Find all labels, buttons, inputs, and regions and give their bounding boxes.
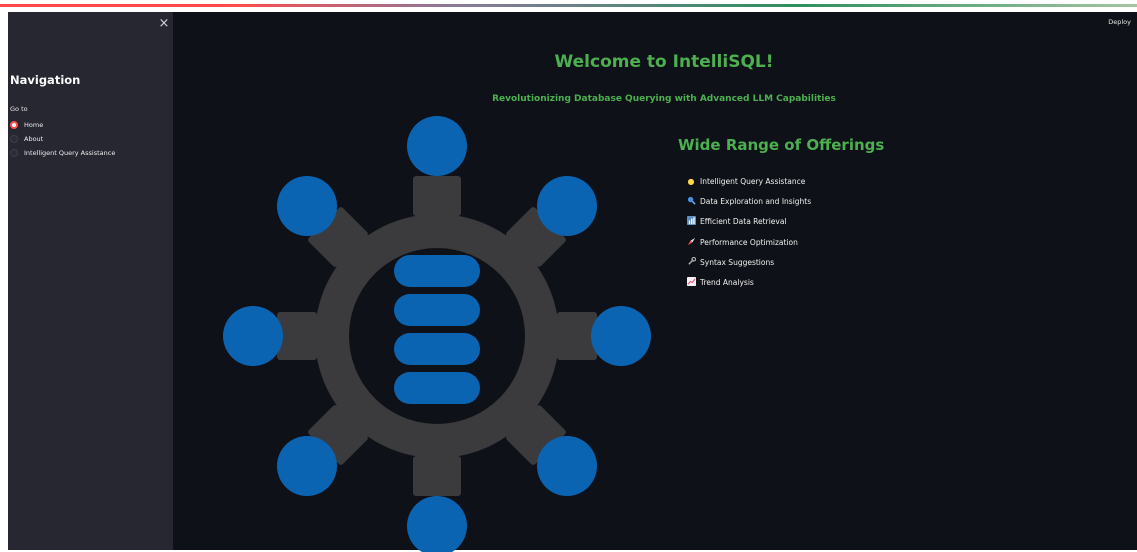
sidebar-title: Navigation <box>10 73 81 87</box>
deploy-button[interactable]: Deploy <box>1108 18 1131 26</box>
network-node-icon <box>537 176 597 236</box>
network-node-icon <box>537 436 597 496</box>
offering-label: Data Exploration and Insights <box>700 196 812 206</box>
offering-label: Syntax Suggestions <box>700 257 775 267</box>
sidebar: × Navigation Go to Home About Intelligen… <box>8 12 173 550</box>
list-item: Trend Analysis <box>686 272 811 292</box>
network-node-icon <box>591 306 651 366</box>
page-subtitle: Revolutionizing Database Querying with A… <box>492 94 836 104</box>
offering-label: Intelligent Query Assistance <box>700 176 806 186</box>
offering-label: Efficient Data Retrieval <box>700 217 787 227</box>
list-item: Syntax Suggestions <box>686 252 811 272</box>
network-node-icon <box>223 306 283 366</box>
chart-icon <box>686 277 696 288</box>
lightbulb-icon: ● <box>687 176 695 186</box>
offerings-list: ● Intelligent Query Assistance Data Expl… <box>686 171 811 293</box>
wrench-icon <box>686 256 696 268</box>
network-node-icon <box>277 176 337 236</box>
database-gear-illustration <box>223 116 651 552</box>
data-icon <box>686 216 696 227</box>
top-color-bar <box>0 4 1137 7</box>
offering-label: Performance Optimization <box>700 237 798 247</box>
network-node-icon <box>407 496 467 552</box>
list-item: Data Exploration and Insights <box>686 191 811 211</box>
nav-option-home[interactable]: Home <box>10 119 43 131</box>
radio-button[interactable] <box>10 149 18 157</box>
nav-option-label: About <box>24 135 44 143</box>
radio-button[interactable] <box>10 135 18 143</box>
offering-label: Trend Analysis <box>700 278 754 288</box>
magnifier-icon <box>686 196 696 207</box>
radio-group-label: Go to <box>10 105 28 113</box>
network-node-icon <box>407 116 467 176</box>
list-item: ● Intelligent Query Assistance <box>686 171 811 191</box>
nav-option-label: Home <box>24 121 44 129</box>
close-sidebar-button[interactable]: × <box>157 17 171 31</box>
list-item: Efficient Data Retrieval <box>686 212 811 232</box>
radio-button-selected[interactable] <box>10 121 18 129</box>
network-node-icon <box>277 436 337 496</box>
rocket-icon <box>686 237 696 248</box>
nav-option-label: Intelligent Query Assistance <box>24 149 116 157</box>
nav-option-query-assistance[interactable]: Intelligent Query Assistance <box>10 147 115 159</box>
offerings-heading: Wide Range of Offerings <box>678 136 885 154</box>
list-item: Performance Optimization <box>686 232 811 252</box>
main-content: Deploy Welcome to IntelliSQL! Revolution… <box>173 12 1137 552</box>
page-title: Welcome to IntelliSQL! <box>554 52 774 72</box>
nav-option-about[interactable]: About <box>10 133 43 145</box>
